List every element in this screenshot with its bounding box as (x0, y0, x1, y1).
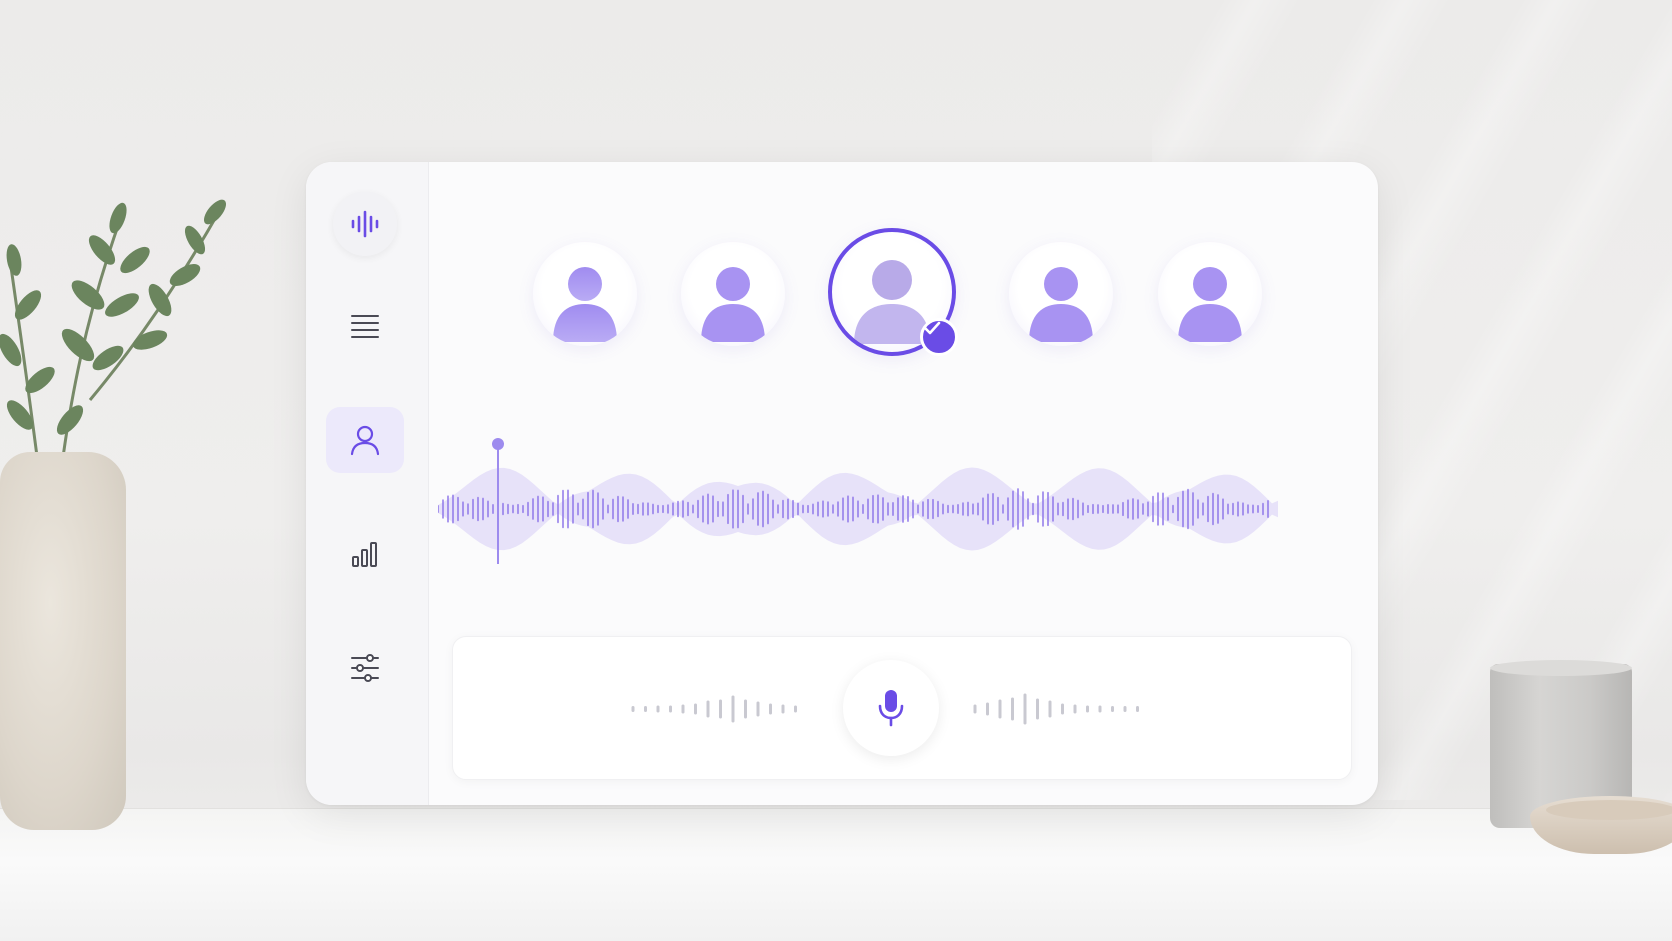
bar-chart-icon (352, 542, 377, 567)
record-button[interactable] (843, 660, 939, 756)
sidebar-item-settings[interactable] (326, 635, 404, 701)
input-level-meter-right (973, 693, 1139, 725)
user-icon (350, 425, 380, 456)
sidebar-item-analytics[interactable] (326, 521, 404, 587)
checkmark-icon (923, 321, 941, 335)
audio-waveform[interactable] (438, 424, 1338, 594)
sidebar-item-list[interactable] (326, 293, 404, 359)
person-icon (553, 267, 617, 342)
sliders-icon (351, 654, 379, 682)
plant-decor (0, 199, 227, 480)
voice-avatar-5[interactable] (1158, 242, 1262, 346)
voice-avatar-2[interactable] (681, 242, 785, 346)
sidebar (306, 162, 429, 805)
menu-lines-icon (351, 315, 379, 338)
person-icon (1178, 267, 1242, 342)
selected-check-badge (920, 318, 958, 356)
input-level-meter-left (631, 695, 797, 723)
playhead-handle[interactable] (492, 438, 504, 450)
voice-selection-panel (428, 162, 1378, 805)
microphone-icon (878, 690, 904, 727)
stone-cup-rim (1490, 660, 1632, 676)
voice-avatar-4[interactable] (1009, 242, 1113, 346)
vase-decor (0, 452, 126, 830)
waveform-logo-button[interactable] (333, 192, 397, 256)
app-window (306, 162, 1378, 805)
voice-avatar-1[interactable] (533, 242, 637, 346)
waveform-icon (351, 210, 379, 238)
person-icon (701, 267, 765, 342)
sidebar-item-voices[interactable] (326, 407, 404, 473)
person-icon (1029, 267, 1093, 342)
recording-panel (452, 636, 1352, 780)
dish-inner (1546, 800, 1672, 820)
shelf-surface (0, 808, 1672, 941)
voice-avatar-3-selected[interactable] (828, 228, 958, 356)
